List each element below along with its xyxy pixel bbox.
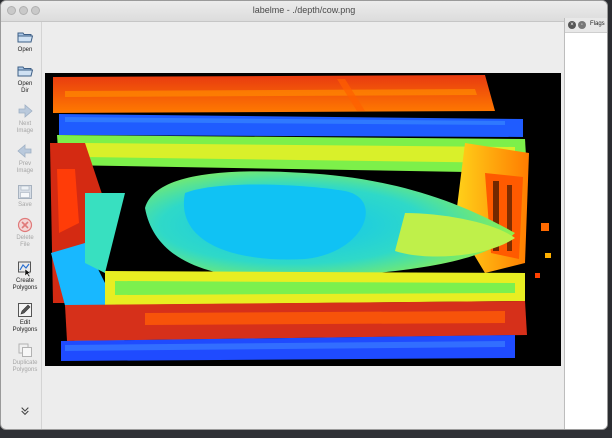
delete-icon [17,217,33,233]
open-dir-button[interactable]: Open Dir [9,62,41,94]
delete-file-button[interactable]: Delete File [9,216,41,248]
open-button[interactable]: Open [9,28,41,54]
toolbar-more-button[interactable] [9,406,41,416]
arrow-right-icon [18,104,33,118]
flags-dock-header: × ◦ Flags [565,18,607,33]
image-canvas[interactable] [42,22,563,429]
duplicate-polygons-button[interactable]: Duplicate Polygons [9,341,41,373]
next-image-button[interactable]: Next Image [9,102,41,134]
next-image-label: Next Image [16,121,34,134]
flags-dock: × ◦ Flags [564,18,607,429]
duplicate-polygons-label: Duplicate Polygons [12,360,38,373]
save-button[interactable]: Save [9,183,41,209]
window-title: labelme - ./depth/cow.png [252,5,356,15]
depth-image[interactable] [45,73,561,366]
polygon-icon [18,261,32,277]
prev-image-button[interactable]: Prev Image [9,142,41,174]
app-window: labelme - ./depth/cow.png Open Open Dir … [0,0,608,430]
taskbar [0,430,612,438]
dock-close-icon[interactable]: × [568,21,576,29]
delete-file-label: Delete File [16,235,34,248]
duplicate-icon [18,343,32,357]
edit-icon [18,303,32,317]
open-dir-label: Open Dir [17,81,33,94]
prev-image-label: Prev Image [16,161,34,174]
folder-icon [17,66,34,77]
double-chevron-down-icon [21,407,29,416]
create-polygons-button[interactable]: Create Polygons [9,259,41,291]
edit-polygons-label: Edit Polygons [12,320,38,333]
save-label: Save [18,202,32,208]
arrow-left-icon [17,144,32,158]
dock-float-icon[interactable]: ◦ [578,21,586,29]
title-bar: labelme - ./depth/cow.png [1,1,607,22]
edit-polygons-button[interactable]: Edit Polygons [9,301,41,333]
flags-dock-title: Flags [590,21,605,27]
open-label: Open [17,47,33,53]
floppy-icon [18,185,32,199]
create-polygons-label: Create Polygons [12,278,38,291]
flags-list[interactable] [565,33,607,429]
tool-bar: Open Open Dir Next Image Prev Image Save… [9,22,42,429]
folder-icon [17,32,34,43]
